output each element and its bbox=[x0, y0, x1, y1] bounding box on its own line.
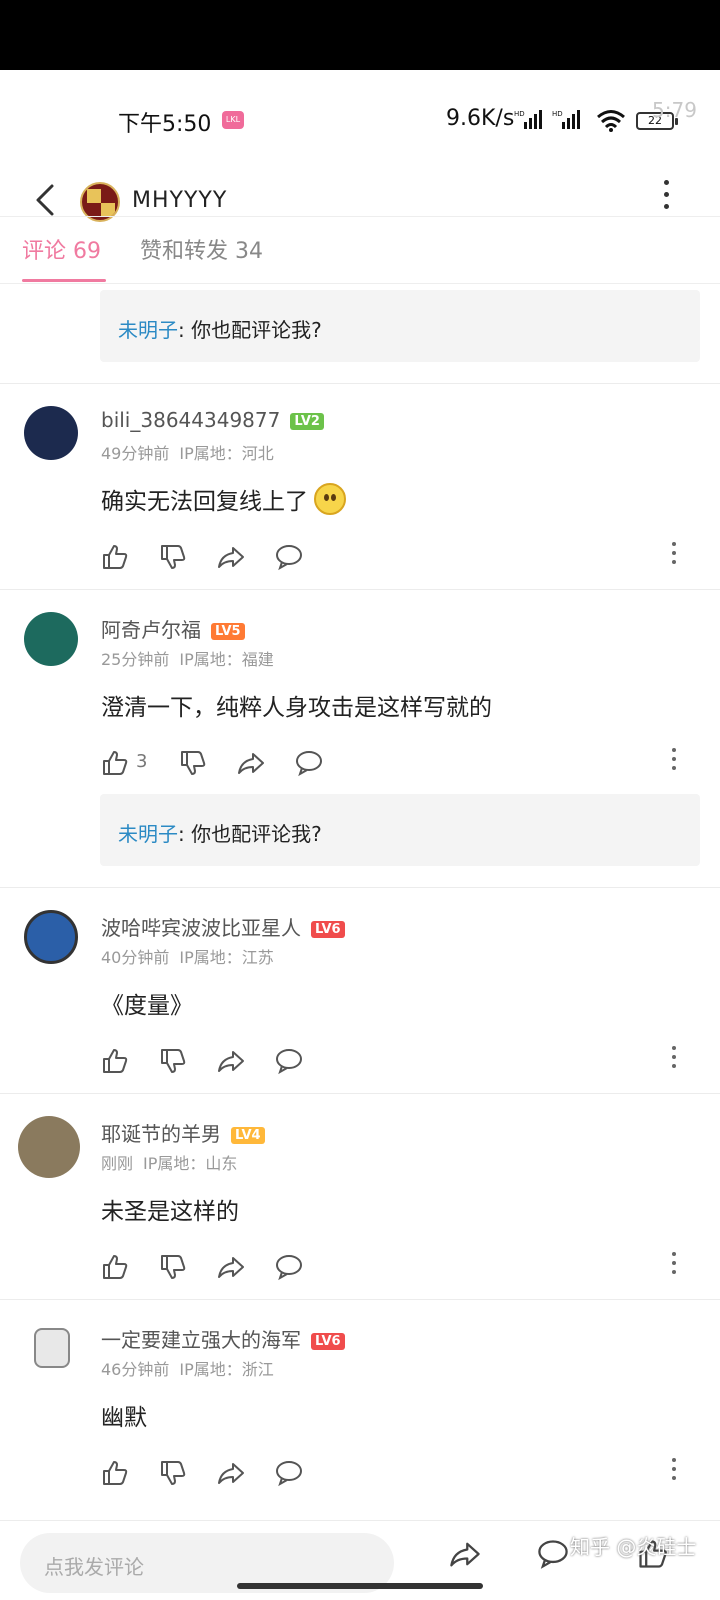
comment-input-bar: 点我发评论 知乎 @炎硅士 bbox=[0, 1520, 720, 1600]
comment-meta: 46分钟前 IP属地：浙江 bbox=[101, 1360, 274, 1379]
app-badge-icon: LKL bbox=[222, 111, 244, 129]
tab-likes-reposts[interactable]: 赞和转发 34 bbox=[140, 233, 263, 265]
comment-actions: 3 bbox=[100, 748, 700, 780]
level-badge: LV2 bbox=[290, 413, 324, 430]
watermark: 知乎 @炎硅士 bbox=[570, 1535, 697, 1559]
share-icon[interactable] bbox=[216, 1252, 246, 1282]
comment-item: 阿奇卢尔福 LV5 25分钟前 IP属地：福建 澄清一下，纯粹人身攻击是这样写就的 … bbox=[0, 590, 720, 795]
reply-author[interactable]: 未明子 bbox=[118, 822, 178, 846]
share-icon[interactable] bbox=[236, 748, 266, 778]
tab-bar: 评论 69 赞和转发 34 bbox=[0, 216, 720, 284]
comment-actions bbox=[100, 1458, 700, 1490]
status-time: 下午5:50 bbox=[118, 112, 212, 137]
comment-more-icon[interactable] bbox=[668, 1252, 680, 1284]
like-icon[interactable] bbox=[100, 1458, 130, 1488]
comment-username[interactable]: 一定要建立强大的海军 LV6 bbox=[101, 1324, 345, 1353]
comment-actions bbox=[100, 542, 700, 574]
comment-username[interactable]: bili_38644349877 LV2 bbox=[101, 408, 324, 432]
home-indicator[interactable] bbox=[237, 1583, 483, 1589]
back-arrow-icon[interactable] bbox=[28, 180, 62, 220]
avatar[interactable] bbox=[34, 1328, 70, 1368]
level-badge: LV6 bbox=[311, 1333, 345, 1350]
reply-preview[interactable]: 未明子: 你也配评论我? bbox=[100, 794, 700, 866]
dislike-icon[interactable] bbox=[158, 1252, 188, 1282]
screen: 下午5:50 LKL 9.6K/s HD HD 22 5:79 MHYYYY 评… bbox=[0, 70, 720, 1600]
signal-icon-2: HD bbox=[552, 110, 580, 129]
dislike-icon[interactable] bbox=[158, 542, 188, 572]
reply-separator: : bbox=[178, 318, 192, 342]
comment-icon[interactable] bbox=[536, 1537, 570, 1571]
page-title: MHYYYY bbox=[132, 188, 228, 213]
comment-text: 《度量》 bbox=[101, 993, 193, 1019]
reply-preview[interactable]: 未明子: 你也配评论我? bbox=[100, 290, 700, 362]
wifi-icon bbox=[597, 110, 625, 132]
like-icon[interactable] bbox=[100, 1252, 130, 1282]
comment-item: bili_38644349877 LV2 49分钟前 IP属地：河北 确实无法回复线… bbox=[0, 384, 720, 589]
svg-text:HD: HD bbox=[552, 110, 563, 118]
comment-text: 澄清一下，纯粹人身攻击是这样写就的 bbox=[101, 695, 492, 721]
dislike-icon[interactable] bbox=[158, 1046, 188, 1076]
comment-more-icon[interactable] bbox=[668, 1458, 680, 1490]
comment-more-icon[interactable] bbox=[668, 748, 680, 780]
dislike-icon[interactable] bbox=[158, 1458, 188, 1488]
share-icon[interactable] bbox=[448, 1537, 482, 1571]
comment-item: 一定要建立强大的海军 LV6 46分钟前 IP属地：浙江 幽默 bbox=[0, 1300, 720, 1505]
share-icon[interactable] bbox=[216, 542, 246, 572]
overlay-ghost-text: 5:79 bbox=[652, 98, 697, 122]
reply-icon[interactable] bbox=[274, 1458, 304, 1488]
smile-emoji-icon bbox=[314, 483, 346, 515]
comment-meta: 刚刚 IP属地：山东 bbox=[101, 1154, 238, 1173]
comment-text: 未圣是这样的 bbox=[101, 1199, 239, 1225]
comment-meta: 49分钟前 IP属地：河北 bbox=[101, 444, 274, 463]
reply-icon[interactable] bbox=[274, 542, 304, 572]
reply-separator: : bbox=[178, 822, 192, 846]
dislike-icon[interactable] bbox=[178, 748, 208, 778]
comment-meta: 40分钟前 IP属地：江苏 bbox=[101, 948, 274, 967]
status-bar: 下午5:50 LKL 9.6K/s HD HD 22 5:79 bbox=[0, 70, 720, 166]
comment-text: 确实无法回复线上了 bbox=[101, 482, 346, 516]
avatar[interactable] bbox=[24, 612, 78, 666]
comment-item: 波哈哔宾波波比亚星人 LV6 40分钟前 IP属地：江苏 《度量》 bbox=[0, 888, 720, 1093]
level-badge: LV6 bbox=[311, 921, 345, 938]
net-speed: 9.6K/s bbox=[446, 106, 515, 131]
comment-text: 幽默 bbox=[101, 1405, 147, 1431]
tab-comments[interactable]: 评论 69 bbox=[22, 233, 101, 265]
tab-active-indicator bbox=[22, 279, 106, 282]
like-icon[interactable]: 3 bbox=[100, 748, 147, 778]
comment-more-icon[interactable] bbox=[668, 1046, 680, 1078]
reply-author[interactable]: 未明子 bbox=[118, 318, 178, 342]
more-options-icon[interactable] bbox=[660, 180, 672, 220]
comment-username[interactable]: 波哈哔宾波波比亚星人 LV6 bbox=[101, 912, 345, 941]
level-badge: LV5 bbox=[211, 623, 245, 640]
reply-text: 你也配评论我? bbox=[191, 318, 322, 342]
share-icon[interactable] bbox=[216, 1458, 246, 1488]
comment-username[interactable]: 阿奇卢尔福 LV5 bbox=[101, 614, 245, 643]
comment-actions bbox=[100, 1252, 700, 1284]
avatar[interactable] bbox=[24, 910, 78, 964]
avatar[interactable] bbox=[18, 1116, 80, 1178]
level-badge: LV4 bbox=[231, 1127, 265, 1144]
svg-text:HD: HD bbox=[514, 110, 525, 118]
comment-username[interactable]: 耶诞节的羊男 LV4 bbox=[101, 1118, 265, 1147]
share-icon[interactable] bbox=[216, 1046, 246, 1076]
reply-icon[interactable] bbox=[274, 1252, 304, 1282]
reply-icon[interactable] bbox=[294, 748, 324, 778]
reply-text: 你也配评论我? bbox=[191, 822, 322, 846]
signal-icon: HD bbox=[514, 110, 542, 129]
like-icon[interactable] bbox=[100, 542, 130, 572]
avatar[interactable] bbox=[24, 406, 78, 460]
like-count: 3 bbox=[136, 751, 148, 772]
reply-icon[interactable] bbox=[274, 1046, 304, 1076]
comment-actions bbox=[100, 1046, 700, 1078]
like-icon[interactable] bbox=[100, 1046, 130, 1076]
comment-item: 耶诞节的羊男 LV4 刚刚 IP属地：山东 未圣是这样的 bbox=[0, 1094, 720, 1299]
comment-meta: 25分钟前 IP属地：福建 bbox=[101, 650, 274, 669]
comment-more-icon[interactable] bbox=[668, 542, 680, 574]
